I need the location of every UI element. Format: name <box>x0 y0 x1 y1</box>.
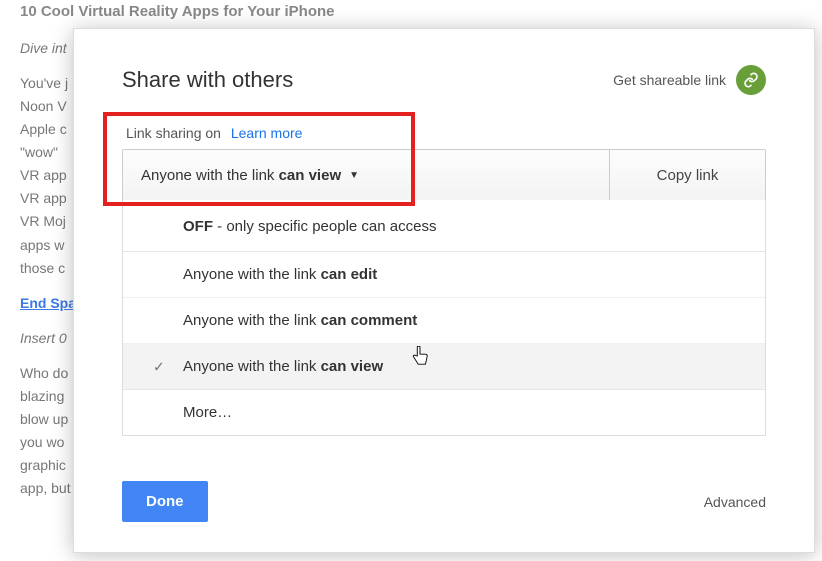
dialog-footer: Done Advanced <box>122 481 766 522</box>
menu-item-can-edit[interactable]: Anyone with the link can edit <box>123 251 765 297</box>
share-dialog: Share with others Get shareable link Lin… <box>73 28 815 553</box>
learn-more-link[interactable]: Learn more <box>231 125 303 141</box>
check-icon: ✓ <box>153 358 165 375</box>
share-link-label: Get shareable link <box>613 72 726 88</box>
permission-bar: Anyone with the link can view ▼ Copy lin… <box>122 149 766 201</box>
article-title: 10 Cool Virtual Reality Apps for Your iP… <box>20 0 822 25</box>
done-button[interactable]: Done <box>122 481 208 522</box>
menu-item-more[interactable]: More… <box>123 389 765 435</box>
menu-item-can-comment[interactable]: Anyone with the link can comment <box>123 297 765 343</box>
link-sharing-status: Link sharing on Learn more <box>122 125 766 141</box>
copy-link-button[interactable]: Copy link <box>610 150 765 200</box>
article-link[interactable]: End Spa <box>20 295 76 311</box>
menu-item-off[interactable]: OFF - only specific people can access <box>123 200 765 251</box>
permission-menu: OFF - only specific people can access An… <box>122 200 766 436</box>
dialog-header: Share with others Get shareable link <box>122 65 766 95</box>
link-icon <box>736 65 766 95</box>
permission-dropdown[interactable]: Anyone with the link can view ▼ <box>123 150 610 200</box>
menu-item-can-view[interactable]: ✓ Anyone with the link can view <box>123 343 765 389</box>
advanced-link[interactable]: Advanced <box>704 494 766 510</box>
get-shareable-link[interactable]: Get shareable link <box>613 65 766 95</box>
dialog-title: Share with others <box>122 67 293 93</box>
caret-down-icon: ▼ <box>349 170 359 181</box>
